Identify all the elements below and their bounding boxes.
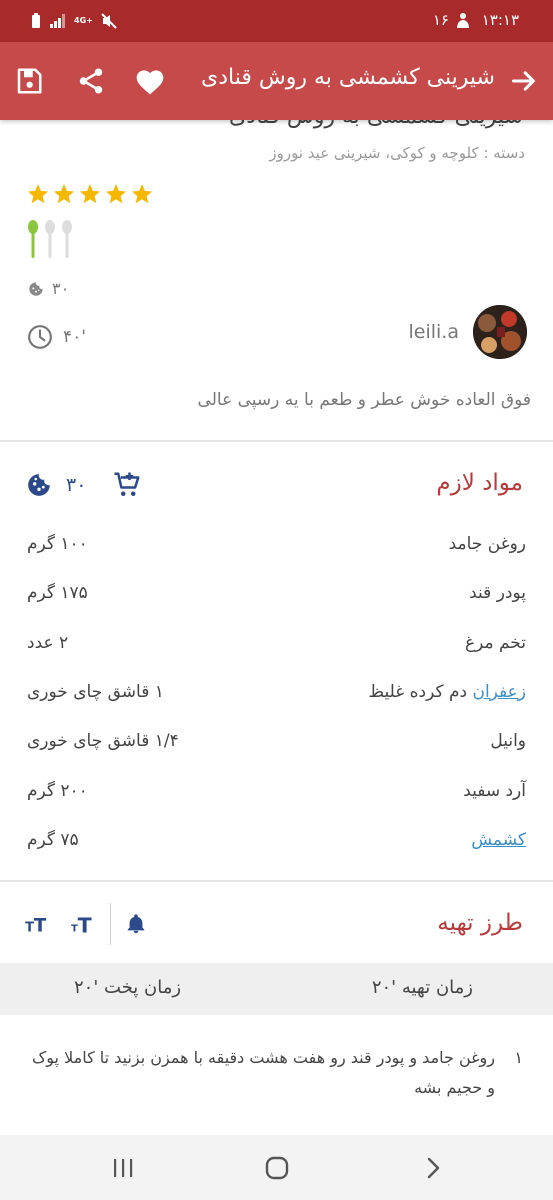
- ingredient-row: وانیل ۱/۴ قاشق چای خوری: [0, 731, 553, 761]
- cook-time: زمان پخت '۲۰: [74, 977, 182, 998]
- ingredient-link[interactable]: زعفران: [472, 682, 526, 702]
- ingredient-name: کشمش: [471, 830, 526, 850]
- ingredient-label: دم کرده غلیظ: [368, 681, 473, 702]
- ingredient-label: وانیل: [490, 731, 526, 752]
- ingredient-name: روغن جامد: [449, 534, 526, 554]
- recipe-category[interactable]: دسته : کلوچه و کوکی، شیرینی عید نوروز: [269, 144, 525, 162]
- battery-saver-icon: [32, 13, 40, 28]
- ingredient-row: پودر قند ۱۷۵ گرم: [0, 583, 553, 613]
- home-icon[interactable]: [262, 1153, 292, 1183]
- author[interactable]: leili.a: [409, 305, 527, 359]
- cookie-icon: [29, 281, 43, 296]
- app-bar: شیرینی کشمشی به روش قنادی: [0, 42, 553, 120]
- text-size-decrease-icon[interactable]: TT: [24, 911, 50, 937]
- divider: [0, 880, 553, 882]
- svg-text:T: T: [34, 916, 47, 937]
- spoon-icon: [45, 220, 55, 258]
- star-icon[interactable]: [52, 182, 76, 206]
- spoon-icon: [62, 220, 72, 258]
- status-bar: 4G+ ۱۶ ۱۳:۱۳: [0, 0, 553, 42]
- avatar[interactable]: [473, 305, 527, 359]
- spoon-icon: [28, 220, 38, 258]
- recent-apps-icon[interactable]: [108, 1153, 138, 1183]
- ingredient-name: پودر قند: [469, 583, 526, 603]
- bell-icon[interactable]: [125, 912, 147, 936]
- ingredients-tools: ۳۰: [26, 470, 142, 500]
- step-number: ۱: [514, 1048, 523, 1067]
- share-icon[interactable]: [74, 64, 108, 98]
- back-icon[interactable]: [418, 1153, 448, 1183]
- servings-value: ۳۰: [52, 279, 70, 298]
- svg-text:T: T: [25, 921, 34, 936]
- author-name[interactable]: leili.a: [409, 321, 460, 343]
- ingredient-amount: ۱۰۰ گرم: [27, 534, 88, 554]
- prep-time: زمان تهیه '۲۰: [371, 977, 473, 998]
- servings-info: ۳۰: [28, 279, 69, 298]
- rating-stars[interactable]: [26, 182, 154, 206]
- ingredient-row: روغن جامد ۱۰۰ گرم: [0, 534, 553, 564]
- ingredient-amount: ۷۵ گرم: [27, 829, 79, 850]
- recipe-description: فوق العاده خوش عطر و طعم با یه رسپی عالی: [197, 390, 531, 410]
- page-title: شیرینی کشمشی به روش قنادی: [201, 65, 495, 90]
- ingredient-amount: ۱/۴ قاشق چای خوری: [27, 731, 179, 752]
- time-info: ۴۰': [27, 324, 86, 350]
- ingredient-name: زعفران دم کرده غلیظ: [368, 682, 526, 702]
- signal-icon: [50, 14, 65, 28]
- preparation-title: طرز تهیه: [437, 910, 523, 936]
- ingredient-label: آرد سفید: [463, 780, 526, 801]
- ingredients-servings[interactable]: ۳۰: [66, 474, 86, 496]
- navigation-bar: [0, 1135, 553, 1200]
- ingredients-title: مواد لازم: [436, 470, 523, 496]
- status-icons-left: 4G+: [30, 12, 117, 30]
- notification-icon: [457, 13, 469, 28]
- arrow-right-icon[interactable]: [507, 64, 541, 98]
- svg-text:T: T: [78, 914, 92, 937]
- star-icon[interactable]: [26, 182, 50, 206]
- difficulty-spoons: [27, 220, 73, 258]
- network-type: 4G+: [74, 16, 93, 25]
- times-bar: زمان تهیه '۲۰ زمان پخت '۲۰: [0, 963, 553, 1015]
- text-size-increase-icon[interactable]: TT: [70, 911, 96, 937]
- ingredient-row: تخم مرغ ۲ عدد: [0, 633, 553, 663]
- ingredient-amount: ۲۰۰ گرم: [27, 780, 88, 801]
- ingredient-row: زعفران دم کرده غلیظ ۱ قاشق چای خوری: [0, 682, 553, 712]
- ingredient-link[interactable]: کشمش: [471, 830, 526, 850]
- clock-icon: [28, 325, 52, 349]
- star-icon[interactable]: [104, 182, 128, 206]
- status-time: ۱۳:۱۳: [481, 11, 519, 29]
- heart-icon[interactable]: [133, 64, 167, 98]
- ingredient-label: تخم مرغ: [464, 632, 526, 653]
- ingredient-amount: ۱۷۵ گرم: [27, 583, 88, 604]
- toolbar-separator: [110, 903, 111, 945]
- step-text: روغن جامد و پودر قند رو هفت هشت دقیقه با…: [31, 1048, 495, 1097]
- ingredient-label: روغن جامد: [448, 534, 526, 554]
- status-date: ۱۶: [432, 11, 449, 29]
- ingredient-amount: ۲ عدد: [27, 632, 69, 653]
- ingredient-label: پودر قند: [469, 583, 526, 604]
- mute-icon: [101, 13, 117, 29]
- cookie-icon[interactable]: [26, 472, 52, 498]
- star-icon[interactable]: [78, 182, 102, 206]
- preparation-tools: TT TT: [24, 903, 147, 945]
- ingredient-name: وانیل: [490, 731, 526, 751]
- ingredient-amount: ۱ قاشق چای خوری: [27, 681, 164, 702]
- time-value: ۴۰': [63, 327, 86, 347]
- ingredient-row: آرد سفید ۲۰۰ گرم: [0, 781, 553, 811]
- add-to-cart-icon[interactable]: [112, 470, 142, 500]
- ingredient-name: تخم مرغ: [465, 633, 526, 653]
- star-icon[interactable]: [130, 182, 154, 206]
- save-icon[interactable]: [12, 64, 46, 98]
- ingredient-name: آرد سفید: [463, 781, 526, 801]
- step-item: ۱ روغن جامد و پودر قند رو هفت هشت دقیقه …: [23, 1043, 523, 1103]
- ingredient-row: کشمش ۷۵ گرم: [0, 830, 553, 860]
- divider: [0, 440, 553, 442]
